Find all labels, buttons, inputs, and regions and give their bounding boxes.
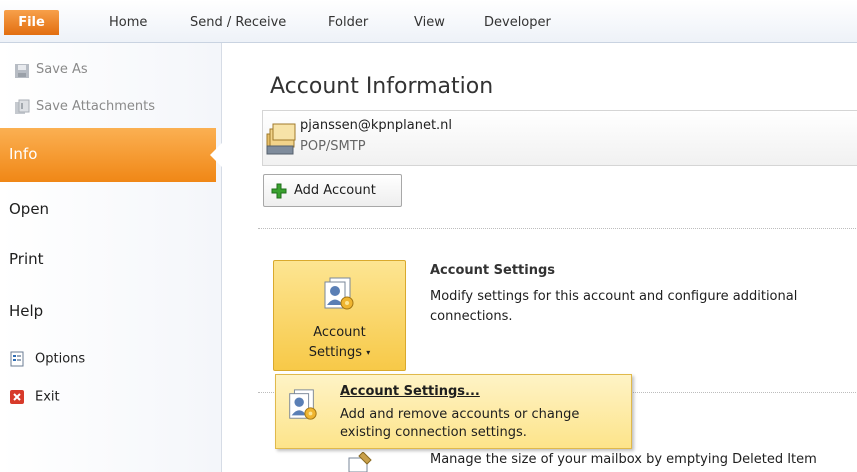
menu-item-account-settings[interactable]: Account Settings... Add and remove accou… (276, 375, 631, 448)
options-icon (10, 351, 24, 367)
cleanup-tools-icon (348, 452, 372, 472)
nav-options[interactable]: Options (9, 351, 85, 367)
nav-exit[interactable]: Exit (9, 389, 60, 405)
save-attachments-icon (15, 99, 30, 114)
nav-save-as[interactable]: Save As (36, 62, 88, 77)
menu-item-description: Add and remove accounts or change existi… (340, 407, 580, 440)
selected-indicator (210, 143, 222, 167)
tab-folder[interactable]: Folder (328, 12, 368, 34)
account-type: POP/SMTP (300, 139, 366, 154)
tab-file[interactable]: File (4, 10, 59, 35)
account-settings-button[interactable]: Account Settings ▾ (273, 260, 406, 371)
tab-view[interactable]: View (414, 12, 445, 34)
tab-developer[interactable]: Developer (484, 12, 551, 34)
nav-info[interactable]: Info (0, 128, 216, 182)
nav-print[interactable]: Print (9, 250, 44, 268)
account-settings-icon (289, 389, 317, 420)
add-account-button[interactable]: Add Account (263, 174, 402, 207)
account-settings-icon (324, 277, 354, 310)
cleanup-description: Manage the size of your mailbox by empty… (430, 452, 817, 467)
nav-help[interactable]: Help (9, 302, 43, 320)
nav-save-attachments[interactable]: Save Attachments (36, 99, 155, 114)
account-settings-description: Modify settings for this account and con… (430, 289, 798, 324)
account-settings-menu: Account Settings... Add and remove accou… (275, 374, 632, 449)
tab-home[interactable]: Home (109, 12, 147, 34)
account-email: pjanssen@kpnplanet.nl (300, 118, 453, 133)
section-divider (258, 228, 857, 229)
nav-info-label: Info (9, 145, 38, 163)
account-settings-button-line1: Account (313, 325, 366, 340)
menu-item-title: Account Settings... (340, 384, 480, 399)
account-settings-button-line2: Settings ▾ (308, 345, 371, 360)
save-as-icon (15, 64, 29, 78)
nav-options-label: Options (35, 351, 86, 367)
add-account-label: Add Account (294, 183, 376, 198)
page-title: Account Information (270, 74, 494, 99)
nav-exit-label: Exit (35, 389, 60, 405)
ribbon-tab-bar: File Home Send / Receive Folder View Dev… (0, 0, 857, 43)
account-settings-heading: Account Settings (430, 263, 556, 278)
exit-icon (10, 390, 24, 404)
mailbox-stack-icon (266, 123, 296, 155)
chevron-down-icon: ▾ (366, 348, 371, 357)
nav-open[interactable]: Open (9, 200, 49, 218)
backstage-nav: Save As Save Attachments Info Open Print… (0, 43, 222, 472)
plus-icon (271, 183, 287, 199)
tab-send-receive[interactable]: Send / Receive (190, 12, 286, 34)
